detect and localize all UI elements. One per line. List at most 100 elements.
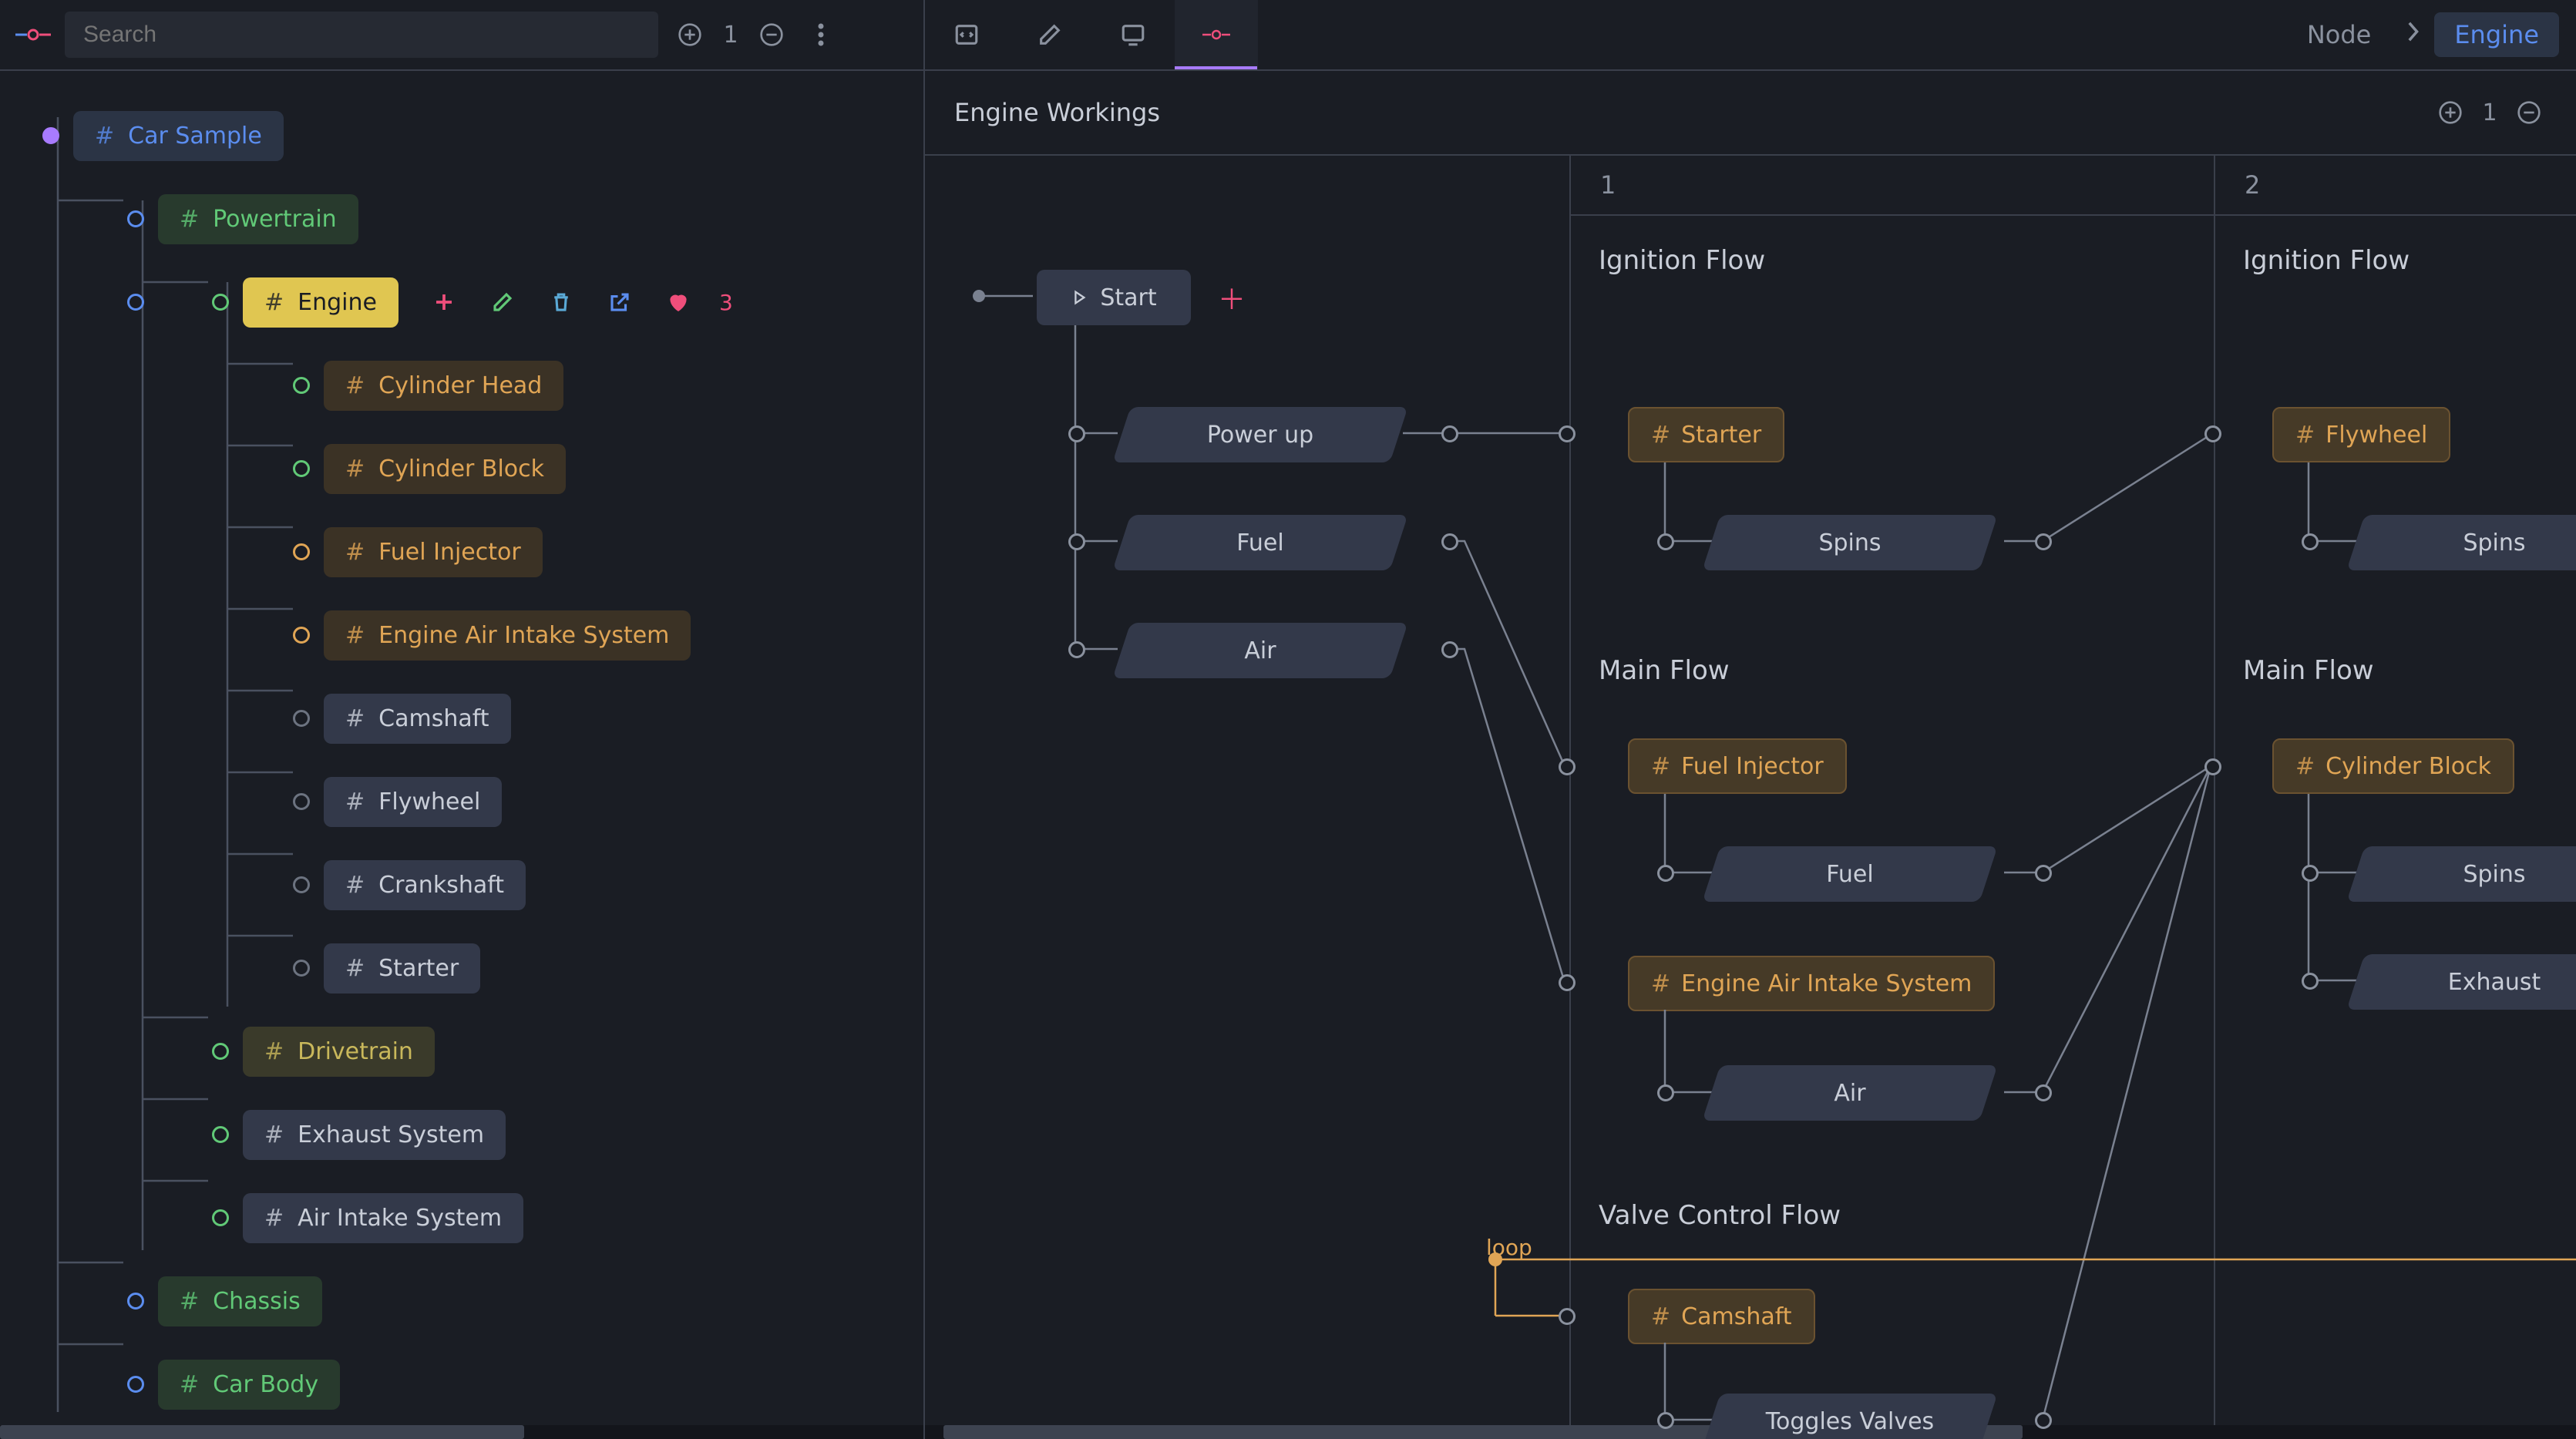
- tab-graph[interactable]: [1175, 0, 1258, 69]
- breadcrumb-node[interactable]: Node: [2287, 12, 2392, 57]
- flow-port[interactable]: [1657, 1084, 1674, 1101]
- flow-port[interactable]: [1441, 425, 1458, 442]
- flow-port[interactable]: [2302, 973, 2319, 990]
- tree-bullet[interactable]: [127, 210, 144, 227]
- search-input[interactable]: [82, 21, 617, 49]
- tree-item-cylinder-block[interactable]: # Cylinder Block: [324, 444, 566, 494]
- tree-bullet[interactable]: [212, 1209, 229, 1226]
- flow-port[interactable]: [1657, 865, 1674, 882]
- tree-item-crankshaft[interactable]: # Crankshaft: [324, 860, 526, 910]
- tree-item-fuel-injector[interactable]: # Fuel Injector: [324, 527, 543, 577]
- flow-node-fuel-in[interactable]: Fuel: [1122, 515, 1399, 570]
- edit-button[interactable]: [485, 284, 520, 320]
- hash-icon: #: [345, 955, 365, 982]
- like-button[interactable]: [661, 284, 696, 320]
- tree-item-starter[interactable]: # Starter: [324, 943, 480, 994]
- flow-tag-camshaft[interactable]: # Camshaft: [1628, 1289, 1815, 1344]
- flow-port[interactable]: [1559, 974, 1576, 991]
- flow-port[interactable]: [1068, 425, 1085, 442]
- breadcrumb-engine[interactable]: Engine: [2434, 12, 2559, 57]
- flow-node-air-in[interactable]: Air: [1122, 623, 1399, 678]
- tree-item-air-intake-system[interactable]: # Air Intake System: [243, 1193, 523, 1243]
- tree-h-scrollbar[interactable]: [0, 1425, 923, 1439]
- flow-node-fuel[interactable]: Fuel: [1711, 846, 1989, 902]
- flow-port[interactable]: [2035, 865, 2052, 882]
- flow-port[interactable]: [1441, 533, 1458, 550]
- tab-code[interactable]: [925, 0, 1008, 69]
- flow-node-power-up[interactable]: Power up: [1122, 407, 1399, 462]
- more-menu-button[interactable]: [803, 17, 839, 52]
- flow-port[interactable]: [2302, 865, 2319, 882]
- tree-bullet[interactable]: [293, 793, 310, 810]
- tree-item-engine[interactable]: # Engine: [243, 277, 399, 328]
- tree-item-drivetrain[interactable]: # Drivetrain: [243, 1027, 435, 1077]
- open-external-button[interactable]: [602, 284, 637, 320]
- tree-bullet[interactable]: [293, 627, 310, 644]
- delete-button[interactable]: [543, 284, 579, 320]
- tree-bullet[interactable]: [127, 1293, 144, 1310]
- flow-port[interactable]: [2035, 1084, 2052, 1101]
- tab-edit[interactable]: [1008, 0, 1091, 69]
- flow-port[interactable]: [1559, 425, 1576, 442]
- tree-bullet[interactable]: [293, 377, 310, 394]
- tree-item-label: Crankshaft: [378, 872, 504, 899]
- sub-add-button[interactable]: [2433, 95, 2468, 130]
- flow-port[interactable]: [1559, 758, 1576, 775]
- flow-node-toggles[interactable]: Toggles Valves: [1711, 1394, 1989, 1439]
- flow-node-exhaust[interactable]: Exhaust: [2356, 954, 2576, 1010]
- tab-display[interactable]: [1091, 0, 1175, 69]
- flow-port[interactable]: [1441, 641, 1458, 658]
- add-button[interactable]: [672, 17, 708, 52]
- tree-bullet[interactable]: [293, 960, 310, 977]
- tree-item-air-intake[interactable]: # Engine Air Intake System: [324, 610, 691, 661]
- tree-bullet[interactable]: [42, 127, 59, 144]
- flow-start-node[interactable]: Start: [1037, 270, 1191, 325]
- tree-item-exhaust-system[interactable]: # Exhaust System: [243, 1110, 506, 1160]
- tree-bullet[interactable]: [293, 710, 310, 727]
- tree-bullet[interactable]: [293, 460, 310, 477]
- flow-node-label: Spins: [2463, 530, 2525, 556]
- flow-port[interactable]: [2035, 533, 2052, 550]
- tree-item-cylinder-head[interactable]: # Cylinder Head: [324, 361, 563, 411]
- tree-bullet[interactable]: [212, 294, 229, 311]
- add-branch-button[interactable]: ＋: [1216, 282, 1247, 313]
- flow-port[interactable]: [1559, 1308, 1576, 1325]
- tree-bullet[interactable]: [293, 543, 310, 560]
- tree-item-chassis[interactable]: # Chassis: [158, 1276, 322, 1326]
- tree-bullet[interactable]: [212, 1043, 229, 1060]
- flow-tag-fuel-injector[interactable]: # Fuel Injector: [1628, 738, 1847, 794]
- flow-port[interactable]: [1657, 533, 1674, 550]
- tree-bullet[interactable]: [212, 1126, 229, 1143]
- add-child-button[interactable]: [426, 284, 462, 320]
- hash-icon: #: [345, 456, 365, 482]
- flow-node-spins-2[interactable]: Spins: [2356, 515, 2576, 570]
- play-icon: [1071, 289, 1088, 306]
- search-field[interactable]: [65, 12, 658, 58]
- flow-node-air[interactable]: Air: [1711, 1065, 1989, 1121]
- flow-tag-starter[interactable]: # Starter: [1628, 407, 1784, 462]
- tree-bullet[interactable]: [127, 294, 144, 311]
- flow-node-label: Air: [1834, 1080, 1865, 1107]
- flow-port[interactable]: [2302, 533, 2319, 550]
- flow-port[interactable]: [2035, 1412, 2052, 1429]
- flow-port[interactable]: [1068, 641, 1085, 658]
- tree-item-car-sample[interactable]: # Car Sample: [73, 111, 284, 161]
- remove-button[interactable]: [754, 17, 789, 52]
- tree-item-camshaft[interactable]: # Camshaft: [324, 694, 511, 744]
- sub-remove-button[interactable]: [2511, 95, 2547, 130]
- flow-tag-flywheel[interactable]: # Flywheel: [2272, 407, 2450, 462]
- flow-tag-air-intake[interactable]: # Engine Air Intake System: [1628, 956, 1995, 1011]
- flow-port[interactable]: [1068, 533, 1085, 550]
- tree-bullet[interactable]: [293, 876, 310, 893]
- tree-item-car-body[interactable]: # Car Body: [158, 1360, 340, 1410]
- flow-node-spins-3[interactable]: Spins: [2356, 846, 2576, 902]
- flow-port[interactable]: [2204, 425, 2221, 442]
- hash-icon: #: [345, 622, 365, 649]
- tree-item-flywheel[interactable]: # Flywheel: [324, 777, 502, 827]
- flow-tag-cylinder-block[interactable]: # Cylinder Block: [2272, 738, 2514, 794]
- tree-item-powertrain[interactable]: # Powertrain: [158, 194, 358, 244]
- flow-port[interactable]: [2204, 758, 2221, 775]
- flow-port[interactable]: [1657, 1412, 1674, 1429]
- tree-bullet[interactable]: [127, 1376, 144, 1393]
- flow-node-spins[interactable]: Spins: [1711, 515, 1989, 570]
